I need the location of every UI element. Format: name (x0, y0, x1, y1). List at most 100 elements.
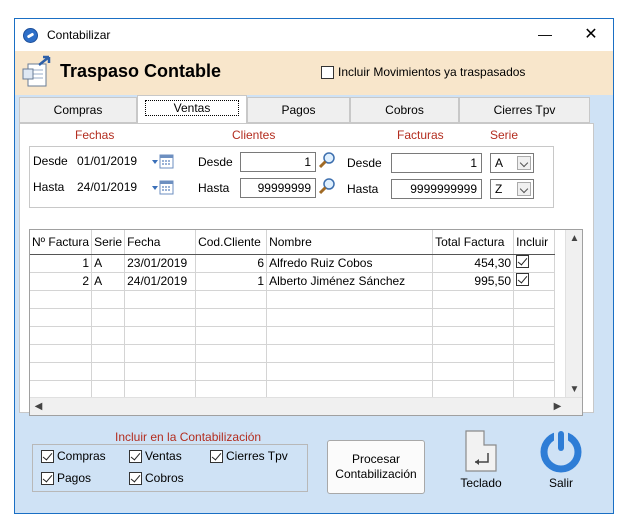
serie-hasta-select[interactable]: Z (490, 179, 534, 199)
cliente-hasta-label: Hasta (198, 181, 230, 195)
tab-compras[interactable]: Compras (19, 97, 137, 123)
tab-pagos[interactable]: Pagos (247, 97, 350, 123)
cell-fecha: 23/01/2019 (124, 254, 197, 273)
clientes-title: Clientes (232, 128, 276, 142)
chk-cobros-label: Cobros (145, 471, 184, 485)
chevron-down-icon[interactable] (517, 182, 531, 196)
facturas-grid[interactable]: Nº Factura Serie Fecha Cod.Cliente Nombr… (29, 229, 583, 416)
table-row[interactable]: 2 A 24/01/2019 1 Alberto Jiménez Sánchez… (30, 272, 556, 291)
chk-pagos-box[interactable] (41, 471, 54, 485)
procesar-label-line1: Procesar (351, 452, 401, 466)
teclado-label: Teclado (460, 476, 502, 490)
scroll-up-icon[interactable]: ▲ (566, 230, 582, 247)
chk-pagos-label: Pagos (57, 471, 92, 485)
contabilizar-window: Contabilizar — ✕ Traspaso Contable Inclu… (14, 18, 614, 514)
chk-ventas-box[interactable] (129, 449, 142, 463)
cell-factura: 2 (30, 272, 93, 291)
chk-ventas-label: Ventas (145, 449, 182, 463)
tab-strip: Compras Ventas Pagos Cobros Cierres Tpv (19, 95, 590, 123)
serie-hasta-value: Z (495, 182, 503, 196)
chevron-down-icon[interactable] (517, 156, 531, 170)
chk-ventas[interactable]: Ventas (129, 449, 182, 463)
empty-row (30, 344, 556, 363)
cell-factura: 1 (30, 254, 93, 273)
chk-cobros-box[interactable] (129, 471, 142, 485)
enter-key-icon (465, 430, 497, 472)
chk-compras-label: Compras (57, 449, 106, 463)
col-cliente[interactable]: Cod.Cliente (195, 230, 268, 255)
procesar-label-line2: Contabilización (335, 467, 417, 481)
include-moved-label: Incluir Movimientos ya traspasados (338, 65, 526, 79)
chk-pagos[interactable]: Pagos (41, 471, 91, 485)
document-arrow-icon (22, 55, 51, 87)
search-cliente-desde-icon[interactable] (317, 150, 337, 170)
cell-nombre: Alberto Jiménez Sánchez (266, 272, 434, 291)
incluir-checkbox[interactable] (516, 255, 530, 268)
close-button[interactable]: ✕ (573, 19, 609, 51)
factura-hasta-label: Hasta (347, 182, 379, 196)
cell-incluir[interactable] (513, 272, 556, 291)
fecha-hasta-label: Hasta (33, 180, 65, 194)
cell-total: 454,30 (432, 254, 515, 273)
window-title: Contabilizar (47, 28, 111, 42)
serie-title: Serie (490, 128, 519, 142)
serie-desde-select[interactable]: A (490, 153, 534, 173)
chk-cobros[interactable]: Cobros (129, 471, 184, 485)
chk-cierres-tpv-box[interactable] (210, 449, 223, 463)
empty-row (30, 326, 556, 345)
salir-label: Salir (548, 476, 573, 490)
tab-cierres-tpv[interactable]: Cierres Tpv (459, 97, 590, 123)
app-icon (23, 28, 38, 43)
col-incluir[interactable]: Incluir (513, 230, 556, 255)
cell-fecha: 24/01/2019 (124, 272, 197, 291)
ventas-panel: Fechas Clientes Facturas Serie Desde Has… (19, 123, 594, 416)
cell-incluir[interactable] (513, 254, 556, 273)
fecha-desde-field[interactable]: 01/01/2019 (75, 152, 151, 172)
tab-cobros[interactable]: Cobros (350, 97, 459, 123)
cliente-desde-field[interactable]: 1 (240, 152, 316, 172)
power-icon (540, 429, 582, 473)
empty-row (30, 290, 556, 309)
include-moved-box[interactable] (321, 65, 334, 79)
chk-compras[interactable]: Compras (41, 449, 106, 463)
calendar-desde-icon[interactable] (152, 154, 174, 170)
fecha-hasta-field[interactable]: 24/01/2019 (75, 178, 151, 198)
vertical-scrollbar[interactable]: ▲ ▼ (565, 230, 582, 398)
include-moved-checkbox[interactable]: Incluir Movimientos ya traspasados (321, 65, 525, 79)
serie-desde-value: A (495, 156, 504, 170)
procesar-contabilizacion-button[interactable]: Procesar Contabilización (327, 440, 425, 494)
empty-row (30, 362, 556, 381)
chk-cierres-tpv-label: Cierres Tpv (226, 449, 288, 463)
incluir-checkbox[interactable] (516, 273, 530, 286)
cell-serie: A (91, 254, 126, 273)
calendar-hasta-icon[interactable] (152, 180, 174, 196)
col-nombre[interactable]: Nombre (266, 230, 434, 255)
col-serie[interactable]: Serie (91, 230, 126, 255)
empty-row (30, 308, 556, 327)
chk-cierres-tpv[interactable]: Cierres Tpv (210, 449, 288, 463)
search-cliente-hasta-icon[interactable] (317, 176, 337, 196)
minimize-button[interactable]: — (527, 19, 563, 51)
scroll-left-icon[interactable]: ◀ (30, 398, 47, 415)
teclado-button[interactable]: Teclado (456, 429, 506, 490)
table-row[interactable]: 1 A 23/01/2019 6 Alfredo Ruiz Cobos 454,… (30, 254, 556, 273)
factura-hasta-field[interactable]: 9999999999 (391, 179, 482, 199)
tab-ventas[interactable]: Ventas (137, 95, 247, 123)
factura-desde-field[interactable]: 1 (391, 153, 482, 173)
scroll-right-icon[interactable]: ▶ (549, 398, 566, 415)
facturas-table: Nº Factura Serie Fecha Cod.Cliente Nombr… (30, 230, 556, 415)
facturas-title: Facturas (397, 128, 444, 142)
cell-cliente: 1 (195, 272, 268, 291)
fechas-title: Fechas (75, 128, 115, 142)
title-bar: Contabilizar — ✕ (15, 19, 613, 51)
col-fecha[interactable]: Fecha (124, 230, 197, 255)
col-factura[interactable]: Nº Factura (30, 230, 93, 255)
cell-nombre: Alfredo Ruiz Cobos (266, 254, 434, 273)
horizontal-scrollbar[interactable]: ◀ ▶ (30, 397, 582, 415)
salir-button[interactable]: Salir (536, 429, 586, 490)
scroll-down-icon[interactable]: ▼ (566, 381, 582, 398)
col-total[interactable]: Total Factura (432, 230, 515, 255)
cell-cliente: 6 (195, 254, 268, 273)
cliente-hasta-field[interactable]: 99999999 (240, 178, 316, 198)
chk-compras-box[interactable] (41, 449, 54, 463)
